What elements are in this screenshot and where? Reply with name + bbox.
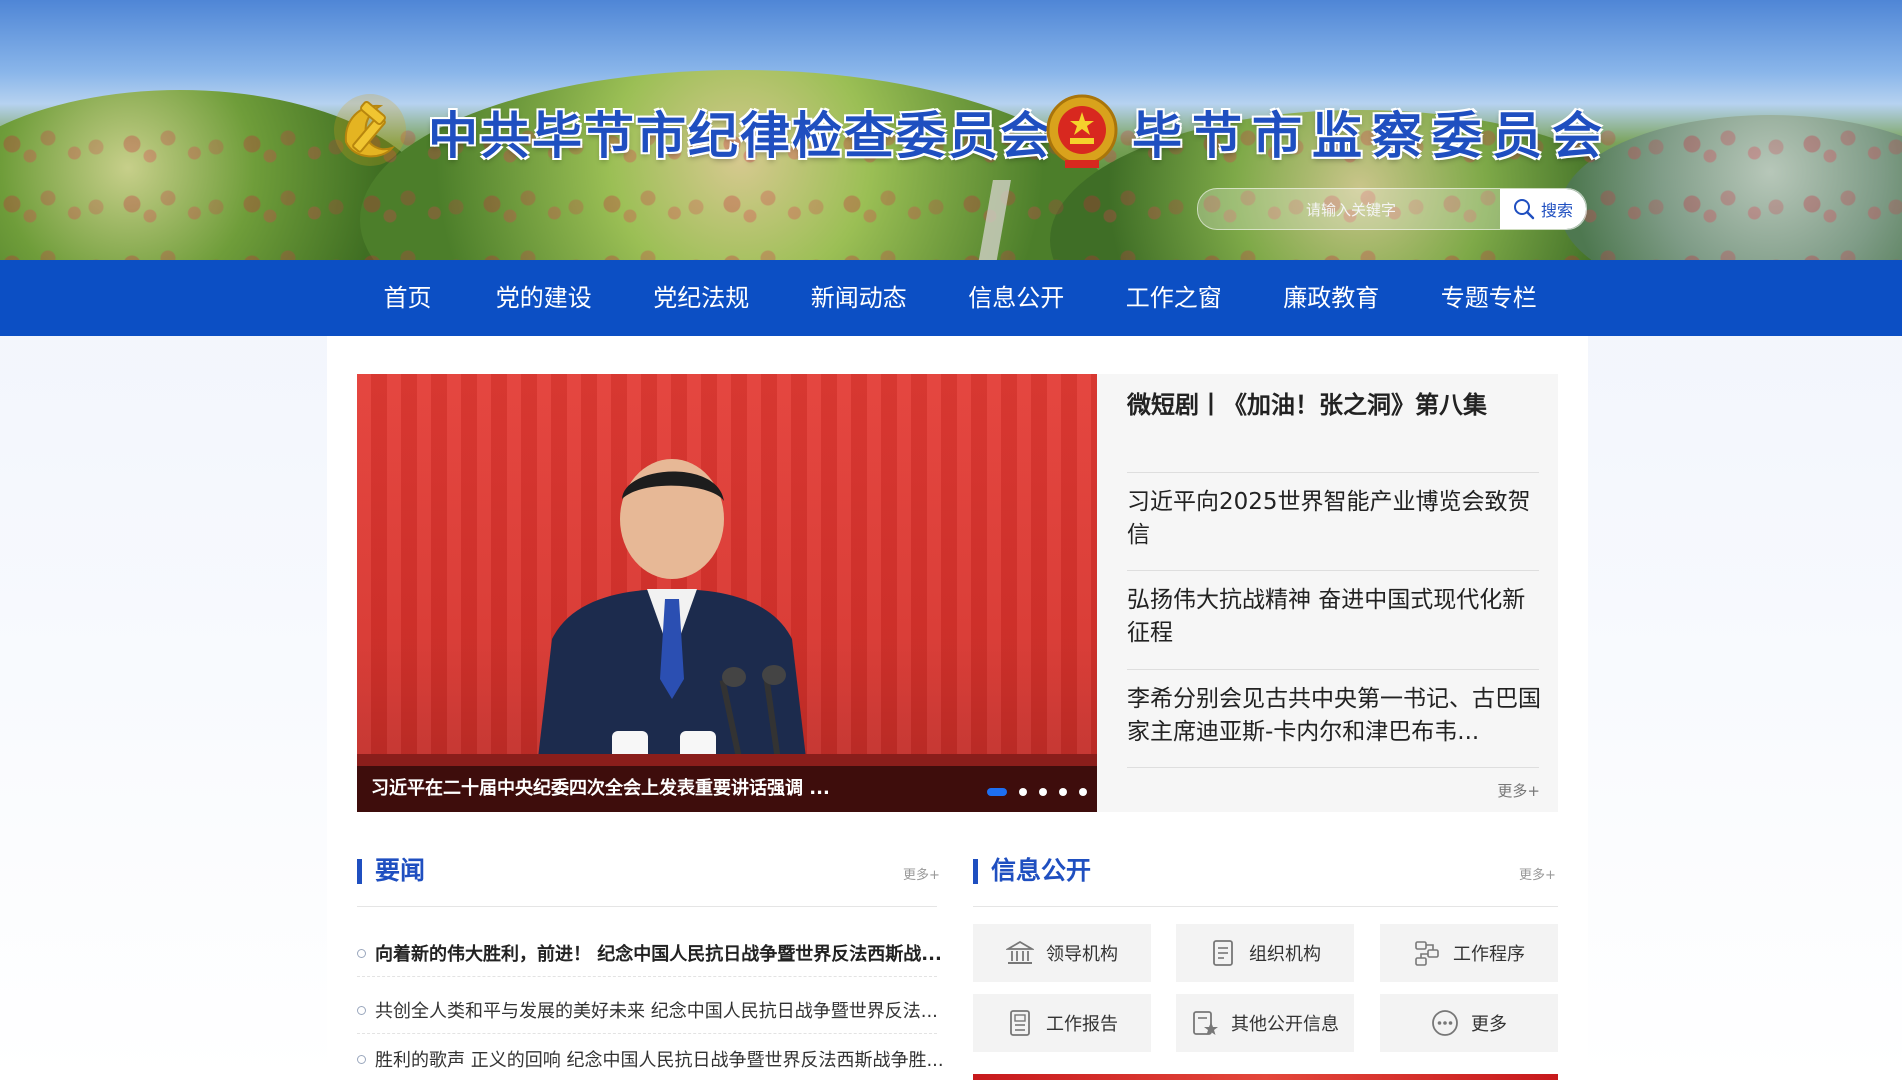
info-card-label: 领导机构 <box>1046 944 1118 965</box>
news-section-title: 要闻 <box>357 856 425 886</box>
headline-item[interactable]: 李希分别会见古共中央第一书记、古巴国家主席迪亚斯-卡内尔和津巴布韦... <box>1127 683 1547 749</box>
workflow-icon <box>1415 941 1439 966</box>
search-box: 搜索 <box>1197 188 1587 230</box>
carousel-caption[interactable]: 习近平在二十届中央纪委四次全会上发表重要讲话强调 ... <box>371 774 851 800</box>
nav-item-party-building[interactable]: 党的建设 <box>465 260 623 336</box>
divider <box>1127 570 1539 571</box>
carousel-dot[interactable] <box>1039 788 1047 796</box>
headline-item[interactable]: 弘扬伟大抗战精神 奋进中国式现代化新征程 <box>1127 584 1547 650</box>
document-icon <box>1213 940 1233 966</box>
nav-item-news[interactable]: 新闻动态 <box>780 260 938 336</box>
nav-item-work-window[interactable]: 工作之窗 <box>1095 260 1253 336</box>
divider <box>1127 472 1539 473</box>
carousel-dot[interactable] <box>1019 788 1027 796</box>
info-card-organization[interactable]: 组织机构 <box>1176 924 1354 982</box>
news-item[interactable]: 共创全人类和平与发展的美好未来 纪念中国人民抗日战争暨世界反法... <box>357 997 955 1023</box>
search-button-label: 搜索 <box>1540 201 1573 220</box>
header-banner: 中共毕节市纪律检查委员会 毕节市监察委员会 搜索 <box>0 0 1902 260</box>
nav-item-special-column[interactable]: 专题专栏 <box>1410 260 1568 336</box>
info-card-leadership[interactable]: 领导机构 <box>973 924 1151 982</box>
nav-item-integrity-education[interactable]: 廉政教育 <box>1253 260 1411 336</box>
headline-more-link[interactable]: 更多+ <box>1497 780 1540 801</box>
info-card-label: 工作报告 <box>1046 1014 1118 1035</box>
supervision-committee-title: 毕节市监察委员会 <box>1132 107 1612 165</box>
divider <box>1127 767 1539 768</box>
info-card-label: 更多 <box>1471 1014 1507 1035</box>
news-item[interactable]: 向着新的伟大胜利，前进！ 纪念中国人民抗日战争暨世界反法西斯战... <box>357 940 955 966</box>
news-item[interactable]: 胜利的歌声 正义的回响 纪念中国人民抗日战争暨世界反法西斯战争胜... <box>357 1046 955 1072</box>
main-nav: 首页 党的建设 党纪法规 新闻动态 信息公开 工作之窗 廉政教育 专题专栏 <box>0 260 1902 336</box>
divider <box>1127 669 1539 670</box>
info-section-title: 信息公开 <box>973 856 1091 886</box>
nav-item-party-regulations[interactable]: 党纪法规 <box>623 260 781 336</box>
carousel-dot[interactable] <box>987 788 1007 796</box>
headline-panel: 微短剧丨《加油！张之洞》第八集 习近平向2025世界智能产业博览会致贺信 弘扬伟… <box>1097 374 1558 812</box>
search-button[interactable]: 搜索 <box>1500 189 1586 229</box>
info-card-other[interactable]: 其他公开信息 <box>1176 994 1354 1052</box>
news-more-link[interactable]: 更多+ <box>903 864 940 883</box>
info-card-procedure[interactable]: 工作程序 <box>1380 924 1558 982</box>
national-emblem-icon <box>1046 94 1118 168</box>
star-document-icon <box>1193 1011 1218 1035</box>
carousel-dot[interactable] <box>1059 788 1067 796</box>
search-icon <box>1513 199 1535 220</box>
nav-item-home[interactable]: 首页 <box>350 260 465 336</box>
divider <box>357 976 937 977</box>
carousel-dot[interactable] <box>1079 788 1087 796</box>
more-dots-icon <box>1432 1010 1458 1036</box>
search-input[interactable] <box>1198 189 1504 229</box>
headline-item[interactable]: 习近平向2025世界智能产业博览会致贺信 <box>1127 486 1547 552</box>
divider <box>357 1033 937 1034</box>
news-carousel[interactable]: 习近平在二十届中央纪委四次全会上发表重要讲话强调 ... <box>357 374 1097 812</box>
info-card-report[interactable]: 工作报告 <box>973 994 1151 1052</box>
info-card-label: 工作程序 <box>1453 944 1525 965</box>
party-emblem-icon <box>334 94 406 166</box>
divider <box>973 906 1558 907</box>
main-content: 习近平在二十届中央纪委四次全会上发表重要讲话强调 ... 微短剧丨《加油！张之洞… <box>327 336 1588 1080</box>
carousel-indicators <box>987 788 1087 796</box>
info-card-label: 组织机构 <box>1249 944 1321 965</box>
info-card-more[interactable]: 更多 <box>1380 994 1558 1052</box>
party-committee-title: 中共毕节市纪律检查委员会 <box>428 107 1052 165</box>
nav-item-info-disclosure[interactable]: 信息公开 <box>938 260 1096 336</box>
info-more-link[interactable]: 更多+ <box>1519 864 1556 883</box>
banner-strip <box>973 1074 1558 1080</box>
divider <box>357 906 937 907</box>
building-icon <box>1006 940 1034 964</box>
info-card-label: 其他公开信息 <box>1231 1014 1339 1035</box>
headline-featured[interactable]: 微短剧丨《加油！张之洞》第八集 <box>1127 388 1539 422</box>
report-icon <box>1010 1010 1030 1036</box>
